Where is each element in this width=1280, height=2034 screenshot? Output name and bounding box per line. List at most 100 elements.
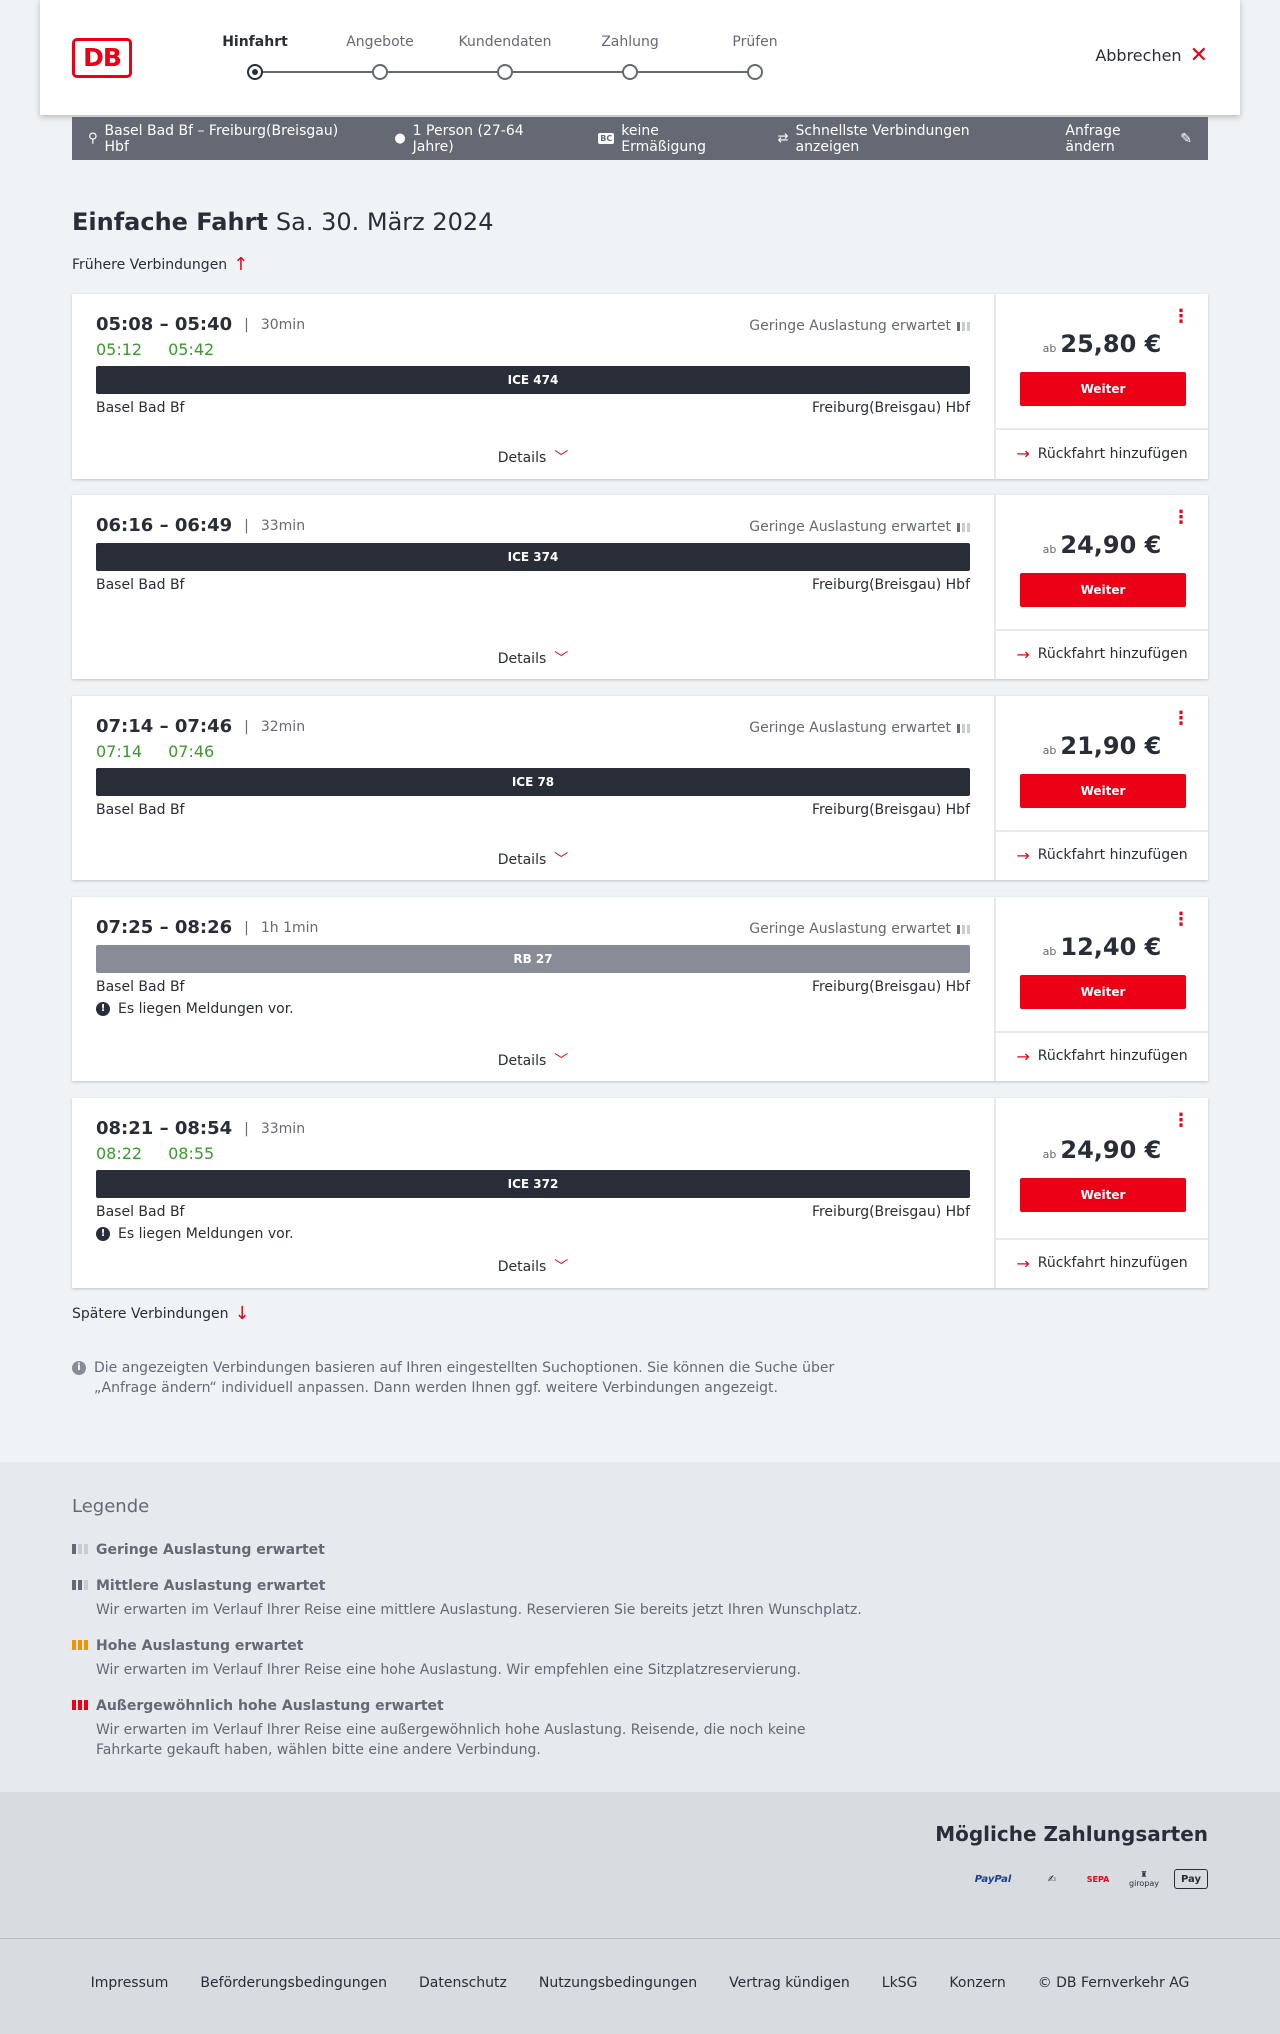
duration: 32min xyxy=(260,718,306,735)
add-return-button[interactable]: → Rückfahrt hinzufügen xyxy=(996,629,1208,677)
destination-station: Freiburg(Breisgau) Hbf xyxy=(811,1204,970,1220)
legend-item-high: Hohe Auslastung erwartet Wir erwarten im… xyxy=(72,1636,872,1680)
step-label: Prüfen xyxy=(732,34,778,50)
connection-card: 08:21 – 08:54 | 33min 08:22 08:55 ICE 372 B… xyxy=(72,1098,1208,1288)
discount-text: keine Ermäßigung xyxy=(621,122,707,155)
more-options-icon[interactable]: ⋮ xyxy=(1172,710,1190,728)
departure-time: 07:25 xyxy=(96,917,154,938)
separator: | xyxy=(244,718,249,735)
details-toggle[interactable]: Details ﹀ xyxy=(72,648,994,668)
payment-title: Mögliche Zahlungsarten xyxy=(935,1822,1208,1846)
realtime-arrival: 07:46 xyxy=(168,742,215,761)
footer-link-nutzungsbedingungen[interactable]: Nutzungsbedingungen xyxy=(539,1975,697,1991)
destination-station: Freiburg(Breisgau) Hbf xyxy=(811,979,970,995)
realtime-times: 08:22 08:55 xyxy=(96,1144,214,1163)
duration: 33min xyxy=(260,1120,306,1137)
footer-link-befoerderungsbedingungen[interactable]: Beförderungsbedingungen xyxy=(200,1975,387,1991)
details-toggle[interactable]: Details ﹀ xyxy=(72,1050,994,1070)
change-request-button[interactable]: Anfrage ändern ✎ xyxy=(1065,123,1192,155)
connection-info: 07:25 – 08:26 | 1h 1min Geringe Auslastung… xyxy=(72,897,994,1081)
more-options-icon[interactable]: ⋮ xyxy=(1172,509,1190,527)
price: ab 12,40 € xyxy=(996,933,1208,961)
info-text: Die angezeigten Verbindungen basieren au… xyxy=(94,1360,835,1396)
connection-times: 06:16 – 06:49 | 33min xyxy=(96,515,306,536)
details-label: Details xyxy=(497,651,547,667)
footer-link-konzern[interactable]: Konzern xyxy=(949,1975,1005,1991)
add-return-button[interactable]: → Rückfahrt hinzufügen xyxy=(996,428,1208,477)
footer-link-vertrag-kuendigen[interactable]: Vertrag kündigen xyxy=(729,1975,850,1991)
destination-station: Freiburg(Breisgau) Hbf xyxy=(811,802,970,818)
add-return-button[interactable]: → Rückfahrt hinzufügen xyxy=(996,1238,1208,1286)
low-load-icon xyxy=(957,321,970,331)
footer-link-datenschutz[interactable]: Datenschutz xyxy=(419,1975,507,1991)
details-toggle[interactable]: Details ﹀ xyxy=(72,849,994,869)
route-text: Basel Bad Bf – Freiburg(Breisgau) Hbf xyxy=(104,122,339,155)
step-angebote: Angebote xyxy=(320,34,440,80)
price-value: 25,80 € xyxy=(1060,330,1162,358)
train-bar[interactable]: ICE 78 xyxy=(96,768,970,796)
arrow-up-icon: ↑ xyxy=(233,254,249,275)
cancel-button[interactable]: Abbrechen ✕ xyxy=(1095,44,1208,66)
legend-item-low: Geringe Auslastung erwartet xyxy=(72,1540,872,1560)
load-indicator: Geringe Auslastung erwartet xyxy=(749,921,970,937)
legend-item-title: Hohe Auslastung erwartet xyxy=(96,1638,304,1654)
info-notice: i Die angezeigten Verbindungen basieren a… xyxy=(72,1358,842,1398)
persons-text: 1 Person (27-64 Jahre) xyxy=(412,122,524,155)
continue-button[interactable]: Weiter xyxy=(1020,975,1186,1009)
page-title: Einfache Fahrt Sa. 30. März 2024 xyxy=(72,208,493,236)
arrow-right-icon: → xyxy=(1016,1046,1030,1066)
details-toggle[interactable]: Details ﹀ xyxy=(72,1256,994,1276)
arrival-time: 08:54 xyxy=(174,1118,233,1139)
db-logo[interactable]: DB xyxy=(72,38,132,78)
connection-info: 07:14 – 07:46 | 32min 07:14 07:46 Geringe A… xyxy=(72,696,994,880)
footer-link-lksg[interactable]: LkSG xyxy=(882,1975,918,1991)
add-return-button[interactable]: → Rückfahrt hinzufügen xyxy=(996,830,1208,878)
arrow-right-icon: → xyxy=(1016,444,1030,463)
departure-time: 05:08 xyxy=(96,314,154,335)
legend-item-very-high: Außergewöhnlich hohe Auslastung erwartet… xyxy=(72,1696,872,1760)
legend-item-medium: Mittlere Auslastung erwartet Wir erwarte… xyxy=(72,1576,872,1620)
pencil-icon: ✎ xyxy=(1180,130,1192,147)
details-label: Details xyxy=(497,1259,547,1275)
continue-button[interactable]: Weiter xyxy=(1020,573,1186,607)
load-indicator: Geringe Auslastung erwartet xyxy=(749,720,970,736)
step-label: Kundendaten xyxy=(458,34,552,50)
add-return-label: Rückfahrt hinzufügen xyxy=(1037,445,1188,462)
more-options-icon[interactable]: ⋮ xyxy=(1172,308,1190,326)
apple-pay-icon: Pay xyxy=(1174,1869,1208,1889)
low-load-icon xyxy=(957,522,970,532)
connection-times: 08:21 – 08:54 | 33min xyxy=(96,1118,306,1139)
train-bar[interactable]: ICE 474 xyxy=(96,366,970,394)
credit-card-icon: ✍ xyxy=(1047,1873,1057,1885)
continue-button[interactable]: Weiter xyxy=(1020,774,1186,808)
later-connections-link[interactable]: Spätere Verbindungen ↓ xyxy=(72,1305,250,1323)
footer-link-impressum[interactable]: Impressum xyxy=(91,1975,169,1991)
separator: | xyxy=(244,919,249,936)
details-toggle[interactable]: Details ﹀ xyxy=(72,447,994,467)
price-prefix: ab xyxy=(1042,945,1057,958)
price-value: 24,90 € xyxy=(1060,531,1162,559)
connection-card: 07:14 – 07:46 | 32min 07:14 07:46 Geringe A… xyxy=(72,696,1208,880)
step-dot xyxy=(622,64,638,80)
train-bar[interactable]: RB 27 xyxy=(96,945,970,973)
notice: ! Es liegen Meldungen vor. xyxy=(96,1226,294,1242)
fastest-text: Schnellste Verbindungen anzeigen xyxy=(795,122,970,155)
load-text: Geringe Auslastung erwartet xyxy=(749,519,951,535)
load-text: Geringe Auslastung erwartet xyxy=(749,720,951,736)
price-value: 24,90 € xyxy=(1060,1136,1162,1164)
more-options-icon[interactable]: ⋮ xyxy=(1172,911,1190,929)
swap-arrows-icon: ⇄ xyxy=(777,131,789,146)
continue-button[interactable]: Weiter xyxy=(1020,1178,1186,1212)
train-bar[interactable]: ICE 372 xyxy=(96,1170,970,1198)
step-label: Hinfahrt xyxy=(222,34,288,50)
continue-button[interactable]: Weiter xyxy=(1020,372,1186,406)
more-options-icon[interactable]: ⋮ xyxy=(1172,1112,1190,1130)
train-bar[interactable]: ICE 374 xyxy=(96,543,970,571)
notice-text: Es liegen Meldungen vor. xyxy=(118,1226,294,1242)
price-prefix: ab xyxy=(1042,744,1057,757)
chevron-down-icon: ﹀ xyxy=(554,1259,569,1275)
add-return-button[interactable]: → Rückfahrt hinzufügen xyxy=(996,1031,1208,1079)
earlier-connections-link[interactable]: Frühere Verbindungen ↑ xyxy=(72,254,249,275)
apple-pay-label: Pay xyxy=(1180,1873,1202,1885)
arrival-time: 05:40 xyxy=(174,314,233,335)
